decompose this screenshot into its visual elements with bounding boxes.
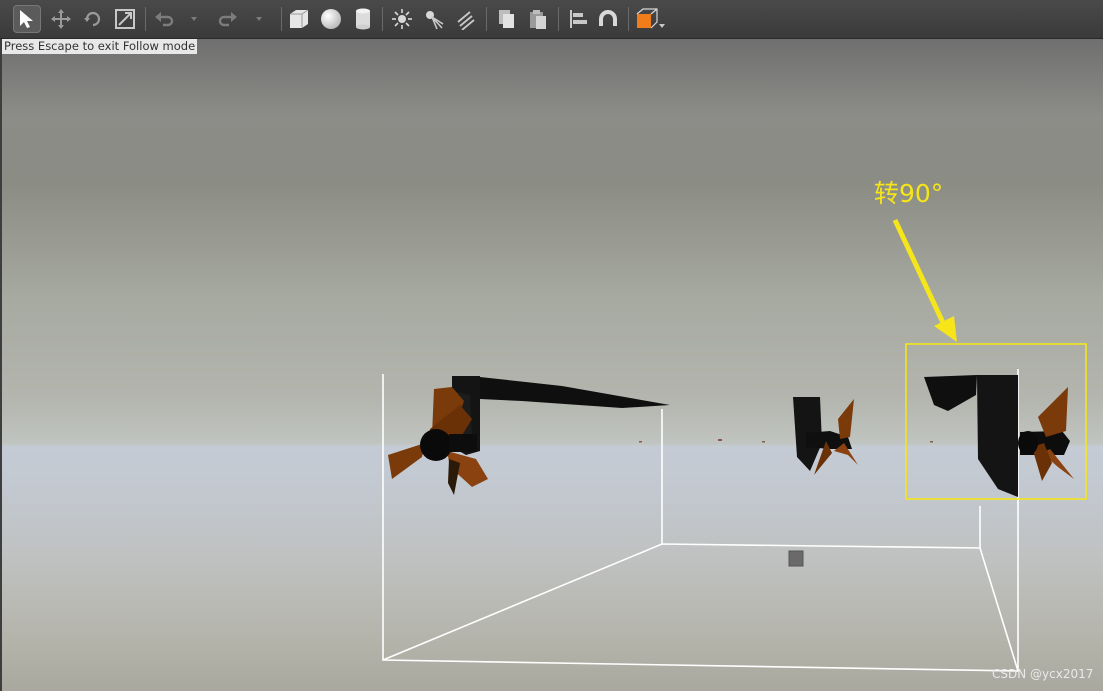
move-arrows-icon: [51, 9, 71, 29]
paste-button[interactable]: [524, 5, 552, 33]
view-angle-cube-icon: [636, 8, 665, 29]
undo-button[interactable]: [150, 5, 178, 33]
chevron-down-icon: [191, 17, 197, 21]
follow-mode-tip: Press Escape to exit Follow mode: [2, 39, 198, 54]
horizon-specks: [639, 439, 933, 443]
spot-light-button[interactable]: [420, 5, 448, 33]
view-angle-button[interactable]: [634, 5, 666, 33]
copy-icon: [499, 10, 514, 28]
redo-history-button[interactable]: [249, 5, 269, 33]
copy-button[interactable]: [492, 5, 520, 33]
watermark: CSDN @ycx2017: [992, 667, 1094, 681]
gray-cube-object: [788, 550, 804, 567]
3d-scene-viewport[interactable]: [2, 39, 1103, 691]
magnet-snap-icon: [599, 10, 617, 26]
align-icon: [570, 10, 587, 28]
scale-tool-button[interactable]: [111, 5, 139, 33]
annotation-label: 转90°: [874, 179, 944, 208]
toolbar: [0, 0, 1103, 39]
sphere-shape-icon: [321, 9, 341, 29]
redo-button[interactable]: [214, 5, 242, 33]
spot-light-icon: [426, 11, 444, 30]
select-tool-button[interactable]: [13, 5, 41, 33]
redo-icon: [218, 12, 237, 27]
undo-history-button[interactable]: [184, 5, 204, 33]
directional-light-button[interactable]: [452, 5, 480, 33]
cylinder-shape-icon: [356, 8, 370, 30]
sphere-shape-button[interactable]: [317, 5, 345, 33]
scale-icon: [115, 9, 135, 29]
rotate-tool-button[interactable]: [79, 5, 107, 33]
scene-canvas: [382, 218, 1087, 672]
box-shape-icon: [290, 9, 309, 28]
box-shape-button[interactable]: [285, 5, 313, 33]
annotation-arrow: [892, 218, 957, 342]
right-thruster-rotated: [924, 375, 1074, 497]
directional-light-icon: [457, 11, 475, 30]
point-light-button[interactable]: [388, 5, 416, 33]
cylinder-shape-button[interactable]: [349, 5, 377, 33]
arrow-cursor-icon: [20, 10, 33, 28]
point-light-icon: [392, 9, 412, 29]
snap-button[interactable]: [594, 5, 622, 33]
left-thruster: [388, 376, 670, 495]
undo-icon: [155, 12, 174, 27]
align-button[interactable]: [564, 5, 592, 33]
rotate-icon: [84, 11, 101, 27]
chevron-down-icon: [256, 17, 262, 21]
middle-thruster: [793, 397, 858, 475]
translate-tool-button[interactable]: [47, 5, 75, 33]
paste-icon: [530, 10, 546, 29]
